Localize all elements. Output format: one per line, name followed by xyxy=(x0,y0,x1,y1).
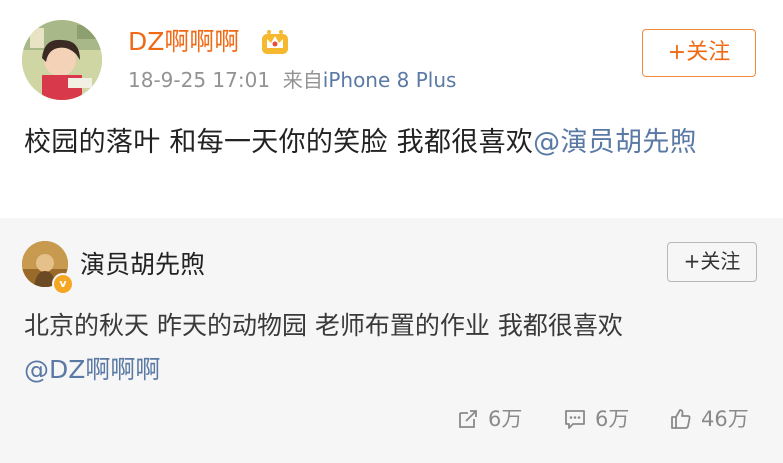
post-time: 18-9-25 17:01 xyxy=(128,68,271,92)
action-bar: 6万 6万 46万 xyxy=(0,404,783,434)
thumbs-up-icon xyxy=(671,409,691,429)
comment-count: 6万 xyxy=(595,407,630,431)
post-source[interactable]: iPhone 8 Plus xyxy=(323,68,457,92)
post-body: 校园的落叶 和每一天你的笑脸 我都很喜欢 xyxy=(24,127,534,158)
avatar[interactable] xyxy=(22,20,102,100)
repost-count: 6万 xyxy=(488,407,523,431)
follow-button[interactable]: +关注 xyxy=(642,29,756,77)
post-text: 校园的落叶 和每一天你的笑脸 我都很喜欢@演员胡先煦 xyxy=(24,120,759,165)
comment-icon xyxy=(565,410,585,429)
post-meta: 18-9-25 17:01 来自iPhone 8 Plus xyxy=(128,66,456,94)
crown-vip-icon xyxy=(262,30,288,54)
repost-username[interactable]: 演员胡先煦 xyxy=(80,249,205,281)
weibo-post: DZ啊啊啊 18-9-25 17:01 来自iPhone 8 Plus +关注 … xyxy=(0,0,783,218)
repost-follow-button[interactable]: +关注 xyxy=(667,242,757,282)
source-prefix: 来自 xyxy=(282,68,323,92)
share-icon xyxy=(459,410,477,428)
repost-text: 北京的秋天 昨天的动物园 老师布置的作业 我都很喜欢 @DZ啊啊啊 xyxy=(24,304,759,392)
repost-body: 北京的秋天 昨天的动物园 老师布置的作业 我都很喜欢 xyxy=(24,311,623,340)
reposted-card[interactable]: v 演员胡先煦 +关注 北京的秋天 昨天的动物园 老师布置的作业 我都很喜欢 @… xyxy=(0,218,783,463)
repost-mention-link[interactable]: @DZ啊啊啊 xyxy=(24,355,160,384)
like-count: 46万 xyxy=(701,407,749,431)
mention-link[interactable]: @演员胡先煦 xyxy=(533,127,697,158)
verified-badge-icon: v xyxy=(52,273,74,295)
username[interactable]: DZ啊啊啊 xyxy=(128,26,239,58)
